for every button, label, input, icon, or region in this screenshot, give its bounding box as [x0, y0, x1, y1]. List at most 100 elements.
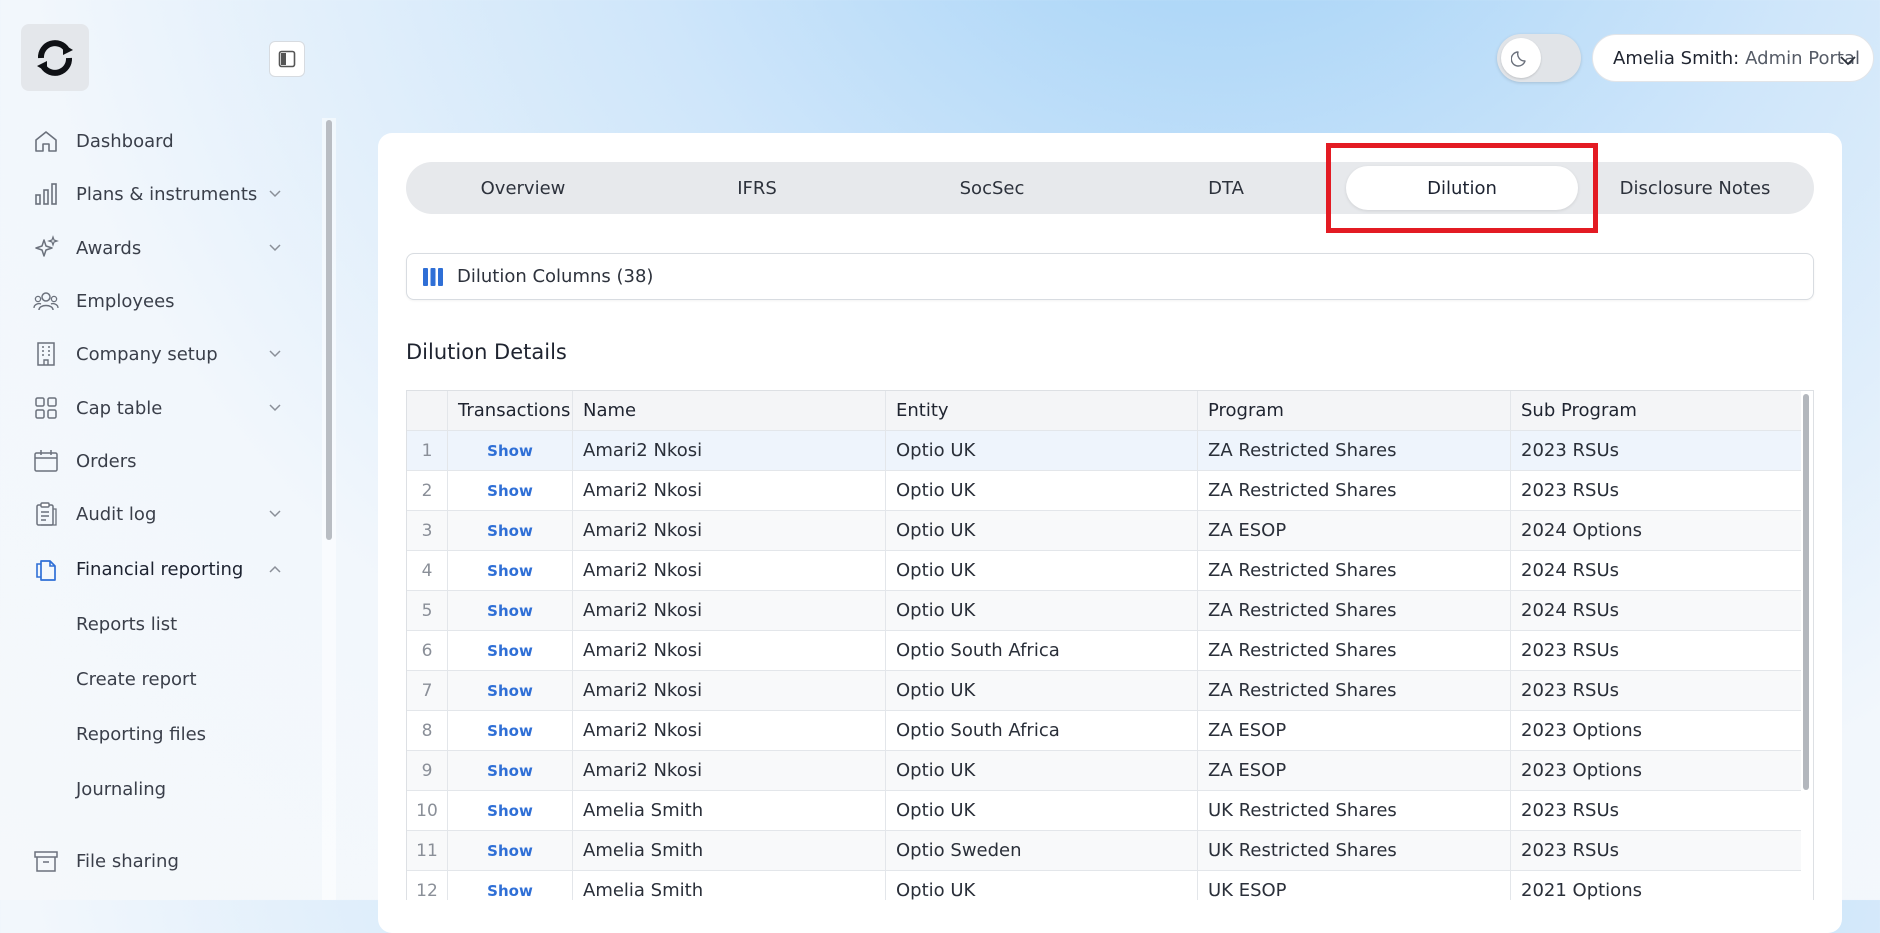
table-row[interactable]: 8 Show Amari2 Nkosi Optio South Africa Z… [407, 711, 1801, 751]
cell-sub-program: 2024 RSUs [1521, 560, 1620, 581]
show-transactions-link[interactable]: Show [448, 791, 573, 830]
user-menu-dropdown[interactable]: Amelia Smith: Admin Portal [1592, 34, 1874, 82]
sidebar-item-dashboard[interactable]: Dashboard [32, 121, 282, 161]
header-transactions[interactable]: Transactions [448, 391, 573, 430]
sidebar-item-label: Audit log [76, 503, 157, 525]
show-transactions-link[interactable]: Show [448, 671, 573, 710]
tab-dta[interactable]: DTA [1109, 162, 1343, 214]
cell-entity: Optio UK [886, 511, 1198, 550]
theme-toggle[interactable] [1497, 34, 1581, 82]
show-transactions-link[interactable]: Show [448, 631, 573, 670]
cell-program: UK Restricted Shares [1198, 831, 1511, 870]
cell-sub-program: 2024 Options [1521, 520, 1642, 541]
cell-name: Amari2 Nkosi [573, 711, 886, 750]
chevron-down-icon [1839, 51, 1857, 72]
show-transactions-link[interactable]: Show [448, 431, 573, 470]
sidebar-item-file-sharing[interactable]: File sharing [32, 841, 282, 881]
tab-ifrs[interactable]: IFRS [640, 162, 874, 214]
sidebar-item-label: Financial reporting [76, 558, 244, 580]
cell-entity: Optio South Africa [886, 631, 1198, 670]
sidebar-toggle-icon [278, 50, 296, 68]
app-logo[interactable] [21, 24, 89, 91]
sidebar-item-cap-table[interactable]: Cap table [32, 388, 282, 428]
cell-entity: Optio South Africa [886, 711, 1198, 750]
cell-entity: Optio UK [886, 791, 1198, 830]
sidebar-collapse-button[interactable] [269, 41, 305, 77]
table-row[interactable]: 11 Show Amelia Smith Optio Sweden UK Res… [407, 831, 1801, 871]
table-row[interactable]: 12 Show Amelia Smith Optio UK UK ESOP 20… [407, 871, 1801, 900]
sidebar-item-label: Dashboard [76, 130, 174, 152]
row-index: 10 [407, 791, 448, 830]
table-row[interactable]: 1 Show Amari2 Nkosi Optio UK ZA Restrict… [407, 431, 1801, 471]
sidebar: Dashboard Plans & instruments Awards Emp… [0, 0, 336, 900]
header-entity[interactable]: Entity [886, 391, 1198, 430]
table-row[interactable]: 5 Show Amari2 Nkosi Optio UK ZA Restrict… [407, 591, 1801, 631]
show-transactions-link[interactable]: Show [448, 751, 573, 790]
dilution-columns-label: Dilution Columns (38) [457, 266, 654, 287]
cell-program: ZA ESOP [1198, 751, 1511, 790]
sparkle-icon [32, 234, 60, 262]
header-sub-program[interactable]: Sub Program [1511, 391, 1801, 430]
report-tabs: Overview IFRS SocSec DTA Dilution Disclo… [406, 162, 1814, 214]
cell-name: Amari2 Nkosi [573, 751, 886, 790]
cell-sub-program: 2023 RSUs [1521, 680, 1620, 701]
show-transactions-link[interactable]: Show [448, 831, 573, 870]
row-index: 1 [407, 431, 448, 470]
sidebar-item-company-setup[interactable]: Company setup [32, 334, 282, 374]
show-transactions-link[interactable]: Show [448, 471, 573, 510]
cell-name: Amari2 Nkosi [573, 471, 886, 510]
table-row[interactable]: 3 Show Amari2 Nkosi Optio UK ZA ESOP 202… [407, 511, 1801, 551]
show-transactions-link[interactable]: Show [448, 711, 573, 750]
sidebar-item-employees[interactable]: Employees [32, 281, 282, 321]
table-scrollbar[interactable] [1803, 394, 1809, 790]
tab-disclosure-notes[interactable]: Disclosure Notes [1578, 162, 1812, 214]
table-row[interactable]: 10 Show Amelia Smith Optio UK UK Restric… [407, 791, 1801, 831]
cell-program: ZA Restricted Shares [1198, 631, 1511, 670]
clipboard-icon [32, 500, 60, 528]
table-row[interactable]: 2 Show Amari2 Nkosi Optio UK ZA Restrict… [407, 471, 1801, 511]
sidebar-subitem-reporting-files[interactable]: Reporting files [76, 724, 206, 745]
sidebar-subitem-journaling[interactable]: Journaling [76, 779, 166, 800]
theme-toggle-knob [1501, 38, 1541, 78]
show-transactions-link[interactable]: Show [448, 871, 573, 900]
table-row[interactable]: 9 Show Amari2 Nkosi Optio UK ZA ESOP 202… [407, 751, 1801, 791]
cell-program: ZA ESOP [1198, 511, 1511, 550]
row-index: 9 [407, 751, 448, 790]
table-row[interactable]: 4 Show Amari2 Nkosi Optio UK ZA Restrict… [407, 551, 1801, 591]
sidebar-item-audit-log[interactable]: Audit log [32, 494, 282, 534]
table-row[interactable]: 6 Show Amari2 Nkosi Optio South Africa Z… [407, 631, 1801, 671]
table-row[interactable]: 7 Show Amari2 Nkosi Optio UK ZA Restrict… [407, 671, 1801, 711]
show-transactions-link[interactable]: Show [448, 511, 573, 550]
dilution-columns-button[interactable]: Dilution Columns (38) [406, 253, 1814, 300]
cell-sub-program: 2023 RSUs [1521, 840, 1620, 861]
sidebar-item-financial-reporting[interactable]: Financial reporting [32, 549, 282, 589]
sidebar-item-awards[interactable]: Awards [32, 228, 282, 268]
cell-program: ZA Restricted Shares [1198, 591, 1511, 630]
user-name: Amelia Smith: [1613, 47, 1740, 69]
tab-socsec[interactable]: SocSec [875, 162, 1109, 214]
table-header-row: Transactions Name Entity Program Sub Pro… [407, 391, 1801, 431]
show-transactions-link[interactable]: Show [448, 551, 573, 590]
sidebar-item-label: Awards [76, 237, 142, 259]
cell-entity: Optio UK [886, 751, 1198, 790]
sidebar-subitem-reports-list[interactable]: Reports list [76, 614, 177, 635]
cell-name: Amari2 Nkosi [573, 671, 886, 710]
sidebar-item-plans-instruments[interactable]: Plans & instruments [32, 174, 282, 214]
row-index: 12 [407, 871, 448, 900]
header-name[interactable]: Name [573, 391, 886, 430]
calendar-icon [32, 447, 60, 475]
cell-sub-program: 2023 RSUs [1521, 640, 1620, 661]
sidebar-scrollbar[interactable] [326, 120, 332, 540]
sidebar-item-orders[interactable]: Orders [32, 441, 282, 481]
sidebar-item-label: Plans & instruments [76, 183, 258, 205]
cell-name: Amari2 Nkosi [573, 551, 886, 590]
cell-sub-program: 2023 RSUs [1521, 440, 1620, 461]
show-transactions-link[interactable]: Show [448, 591, 573, 630]
building-icon [32, 340, 60, 368]
header-program[interactable]: Program [1198, 391, 1511, 430]
document-icon [32, 555, 60, 583]
row-index: 8 [407, 711, 448, 750]
tab-overview[interactable]: Overview [406, 162, 640, 214]
sidebar-subitem-create-report[interactable]: Create report [76, 669, 197, 690]
tab-dilution[interactable]: Dilution [1346, 166, 1578, 210]
